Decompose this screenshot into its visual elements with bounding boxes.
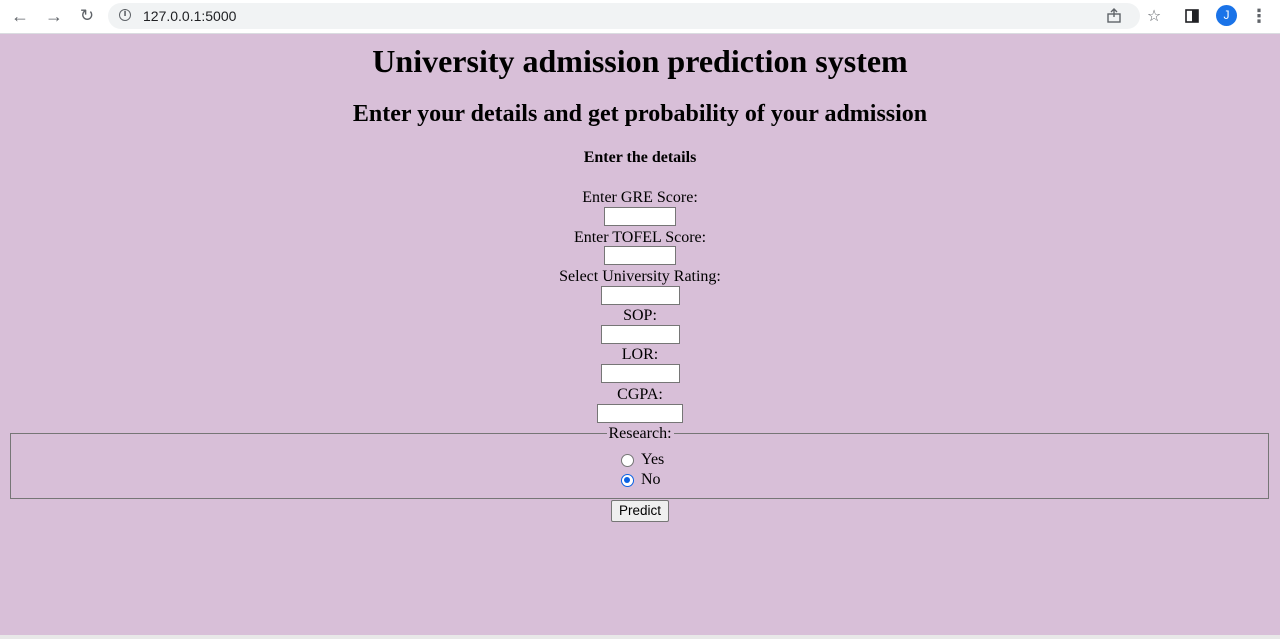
- window-bottom-edge: [0, 635, 1280, 639]
- cgpa-input[interactable]: [597, 404, 683, 423]
- lor-label: LOR:: [621, 346, 659, 363]
- bookmark-star-icon[interactable]: ☆: [1143, 5, 1165, 27]
- menu-kebab-icon[interactable]: ⋮: [1248, 5, 1270, 27]
- form-heading: Enter the details: [583, 149, 697, 166]
- url-text[interactable]: 127.0.0.1:5000: [143, 8, 236, 24]
- research-legend: Research:: [608, 425, 672, 442]
- profile-avatar[interactable]: J: [1216, 5, 1237, 26]
- research-option-yes[interactable]: Yes: [621, 451, 664, 469]
- address-bar[interactable]: i 127.0.0.1:5000: [108, 3, 1140, 29]
- back-arrow-icon[interactable]: ←: [7, 4, 33, 28]
- lor-input[interactable]: [601, 364, 680, 383]
- browser-toolbar: ← → ↻ i 127.0.0.1:5000 ☆ J ⋮: [0, 0, 1280, 34]
- radio-yes[interactable]: [621, 453, 634, 467]
- share-icon[interactable]: [1103, 5, 1125, 27]
- gre-label: Enter GRE Score:: [582, 189, 698, 206]
- cgpa-label: CGPA:: [617, 386, 663, 403]
- page-title: University admission prediction system: [372, 43, 908, 79]
- forward-arrow-icon[interactable]: →: [41, 4, 67, 28]
- page-content: University admission prediction system E…: [0, 34, 1280, 634]
- predict-button[interactable]: Predict: [611, 500, 669, 522]
- tofel-input[interactable]: [604, 246, 676, 265]
- research-option-no[interactable]: No: [621, 471, 661, 489]
- side-panel-icon[interactable]: [1181, 5, 1203, 27]
- tofel-label: Enter TOFEL Score:: [573, 229, 707, 246]
- sop-label: SOP:: [623, 307, 657, 324]
- reload-icon[interactable]: ↻: [74, 4, 100, 28]
- radio-yes-label: Yes: [641, 451, 665, 468]
- gre-input[interactable]: [604, 207, 676, 226]
- sop-input[interactable]: [601, 325, 680, 344]
- university-rating-label: Select University Rating:: [559, 268, 721, 285]
- page-subtitle: Enter your details and get probability o…: [352, 101, 928, 127]
- radio-no[interactable]: [621, 473, 634, 487]
- info-icon[interactable]: i: [119, 9, 131, 21]
- radio-no-label: No: [641, 471, 661, 488]
- university-rating-input[interactable]: [601, 286, 680, 305]
